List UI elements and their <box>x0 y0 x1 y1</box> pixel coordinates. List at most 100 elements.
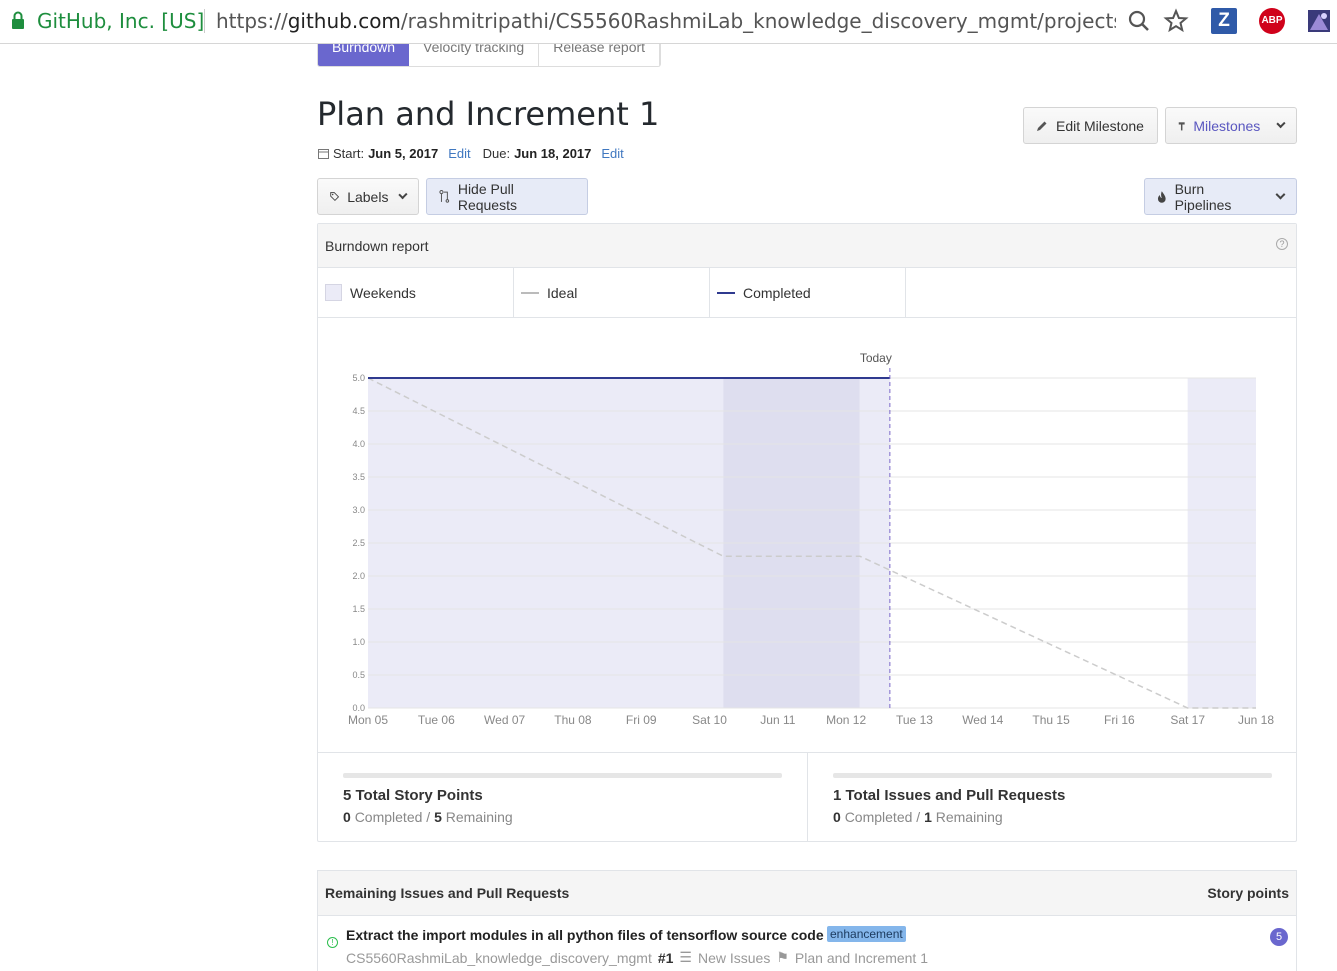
remaining-label: Remaining <box>445 809 513 825</box>
adblock-icon[interactable]: ABP <box>1259 8 1285 34</box>
url-field[interactable]: https://github.com/rashmitripathi/CS5560… <box>216 9 1116 33</box>
y-tick-label: 1.5 <box>352 604 365 614</box>
x-tick-label: Sat 10 <box>692 713 727 727</box>
legend-completed[interactable]: Completed <box>710 268 906 317</box>
ideal-swatch <box>521 291 539 294</box>
issue-title-link[interactable]: Extract the import modules in all python… <box>346 927 824 943</box>
issue-milestone: Plan and Increment 1 <box>794 949 928 966</box>
y-tick-label: 1.0 <box>352 637 365 647</box>
burndown-header: Burndown report ? <box>318 224 1296 268</box>
issues-breakdown: 0 Completed / 1 Remaining <box>833 809 1003 825</box>
completed-swatch <box>717 291 735 294</box>
divider <box>204 9 205 33</box>
milestone-title: Plan and Increment 1 <box>317 95 660 133</box>
x-tick-label: Fri 09 <box>626 713 657 727</box>
remaining-count: 1 <box>924 809 932 825</box>
y-tick-label: 2.5 <box>352 538 365 548</box>
x-tick-label: Sat 17 <box>1170 713 1205 727</box>
tab-label: Release report <box>553 44 646 55</box>
issues-stat: 1 Total Issues and Pull Requests 0 Compl… <box>807 753 1296 842</box>
tab-velocity-tracking[interactable]: Velocity tracking <box>409 44 540 66</box>
story-points-total: 5 Total Story Points <box>343 787 483 804</box>
tab-burndown[interactable]: Burndown <box>318 44 410 66</box>
report-tabs: Burndown Velocity tracking Release repor… <box>317 44 662 67</box>
completed-count: 0 <box>833 809 841 825</box>
search-icon[interactable] <box>1126 8 1152 34</box>
story-points-badge: 5 <box>1270 928 1288 946</box>
issue-meta: CS5560RashmiLab_knowledge_discovery_mgmt… <box>346 949 928 966</box>
x-tick-label: Fri 16 <box>1104 713 1135 727</box>
labels-dropdown[interactable]: Labels <box>317 178 419 215</box>
burn-pipelines-dropdown[interactable]: Burn Pipelines <box>1144 178 1297 215</box>
legend-ideal[interactable]: Ideal <box>514 268 710 317</box>
x-tick-label: Tue 06 <box>418 713 455 727</box>
milestones-dropdown[interactable]: Milestones <box>1165 107 1297 144</box>
burndown-panel: Burndown report ? Weekends Ideal Complet… <box>317 223 1297 842</box>
lock-icon <box>12 11 24 29</box>
burndown-title: Burndown report <box>325 237 429 254</box>
calendar-icon <box>318 149 329 159</box>
x-tick-label: Wed 07 <box>484 713 525 727</box>
enhancement-label[interactable]: enhancement <box>827 926 906 942</box>
pull-request-icon <box>439 190 450 203</box>
story-points-stat: 5 Total Story Points 0 Completed / 5 Rem… <box>318 753 807 842</box>
story-points-breakdown: 0 Completed / 5 Remaining <box>343 809 513 825</box>
y-tick-label: 5.0 <box>352 373 365 383</box>
weekends-swatch <box>325 284 342 301</box>
edit-start-link[interactable]: Edit <box>448 146 470 161</box>
start-date: Jun 5, 2017 <box>368 146 439 161</box>
button-label: Edit Milestone <box>1056 117 1144 134</box>
x-tick-label: Mon 12 <box>826 713 866 727</box>
today-label: Today <box>860 351 892 365</box>
issue-number[interactable]: #1 <box>658 950 674 966</box>
star-icon[interactable] <box>1163 8 1189 34</box>
tab-release-report[interactable]: Release report <box>539 44 661 66</box>
burndown-chart-svg: 0.0 0.5 1.0 1.5 2.0 2.5 3.0 3.5 4.0 4.5 5.0 Mon 05 T… <box>348 351 1274 727</box>
x-tick-label: Thu 08 <box>554 713 592 727</box>
pencil-icon <box>1037 121 1047 131</box>
legend-label: Ideal <box>547 284 578 301</box>
extension-icon[interactable] <box>1306 8 1332 34</box>
remaining-issues-header: Remaining Issues and Pull Requests Story… <box>318 871 1296 916</box>
extension-z-icon[interactable]: Z <box>1211 8 1237 34</box>
chevron-down-icon <box>398 190 408 199</box>
y-tick-label: 0.5 <box>352 670 365 680</box>
story-points-progress <box>343 773 782 778</box>
legend-label: Weekends <box>350 284 416 301</box>
story-points-header: Story points <box>1207 885 1289 901</box>
tab-label: Velocity tracking <box>423 44 525 55</box>
completed-label: Completed / <box>354 809 431 825</box>
remaining-label: Remaining <box>935 809 1003 825</box>
open-issue-icon: ! <box>327 937 338 948</box>
x-tick-label: Wed 14 <box>962 713 1003 727</box>
url-scheme: https:// <box>216 9 288 33</box>
edit-due-link[interactable]: Edit <box>601 146 623 161</box>
edit-milestone-button[interactable]: Edit Milestone <box>1023 107 1158 144</box>
browser-address-bar: GitHub, Inc. [US] https://github.com/ras… <box>0 0 1337 44</box>
pipeline-icon: ☰ <box>679 949 692 965</box>
legend-weekends[interactable]: Weekends <box>318 268 514 317</box>
completed-label: Completed / <box>844 809 921 825</box>
y-tick-label: 3.5 <box>352 472 365 482</box>
url-host: github.com <box>287 9 401 33</box>
y-tick-label: 4.5 <box>352 406 365 416</box>
y-tick-label: 4.0 <box>352 439 365 449</box>
x-tick-label: Jun 11 <box>760 713 795 727</box>
completed-count: 0 <box>343 809 351 825</box>
issues-total: 1 Total Issues and Pull Requests <box>833 787 1066 804</box>
button-label: Milestones <box>1193 117 1261 134</box>
help-icon[interactable]: ? <box>1276 238 1288 250</box>
x-tick-label: Jun 18 <box>1238 713 1274 727</box>
hide-pull-requests-button[interactable]: Hide Pull Requests <box>426 178 588 215</box>
milestone-dates: Start: Jun 5, 2017 Edit Due: Jun 18, 201… <box>318 146 632 161</box>
issue-pipeline: New Issues <box>697 949 771 966</box>
issue-repo[interactable]: CS5560RashmiLab_knowledge_discovery_mgmt <box>346 950 652 966</box>
site-identity[interactable]: GitHub, Inc. [US] <box>37 9 204 33</box>
y-tick-label: 2.0 <box>352 571 365 581</box>
due-label: Due: <box>482 146 511 161</box>
x-tick-label: Tue 13 <box>896 713 933 727</box>
start-label: Start: <box>333 146 365 161</box>
y-tick-label: 3.0 <box>352 505 365 515</box>
milestone-icon <box>1178 121 1185 130</box>
url-path: /rashmitripathi/CS5560RashmiLab_knowledg… <box>400 9 1116 33</box>
